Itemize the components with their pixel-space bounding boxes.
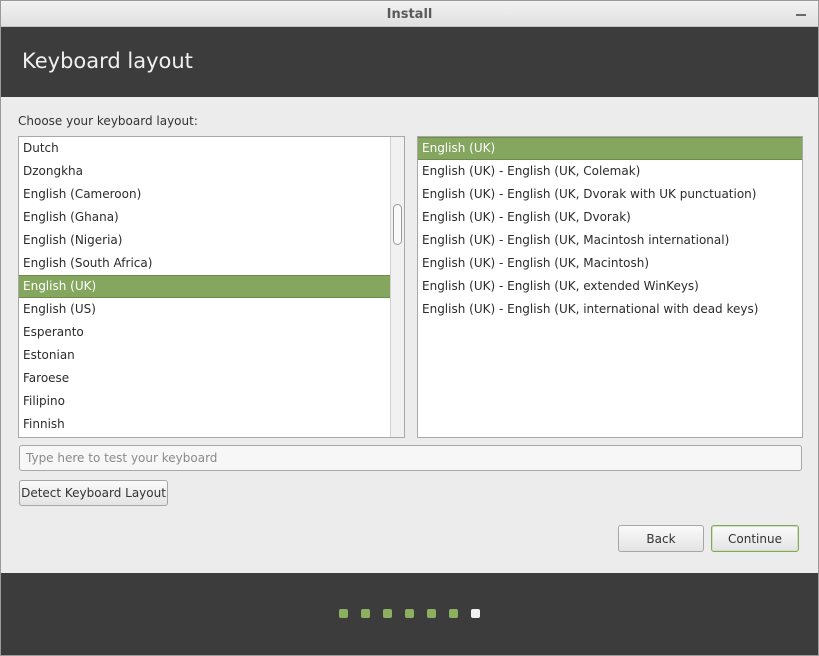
- layout-list-item[interactable]: Filipino: [19, 390, 404, 413]
- window-title: Install: [386, 7, 433, 22]
- installer-window: Install Keyboard layout Choose your keyb…: [0, 0, 819, 656]
- variant-list-item[interactable]: English (UK) - English (UK, Dvorak): [418, 206, 802, 229]
- progress-step-dot: [339, 609, 348, 618]
- layout-list-item[interactable]: Dutch: [19, 137, 404, 160]
- layout-list-item[interactable]: English (Ghana): [19, 206, 404, 229]
- title-bar: Install: [1, 1, 818, 27]
- layout-list-item[interactable]: Esperanto: [19, 321, 404, 344]
- layout-list-scrollbar[interactable]: [390, 137, 404, 437]
- progress-footer: [1, 573, 818, 655]
- variant-list-item[interactable]: English (UK) - English (UK, Colemak): [418, 160, 802, 183]
- variant-list-item[interactable]: English (UK) - English (UK, internationa…: [418, 298, 802, 321]
- layout-list-item[interactable]: English (Nigeria): [19, 229, 404, 252]
- progress-step-dot: [383, 609, 392, 618]
- variant-list-item[interactable]: English (UK) - English (UK, Macintosh): [418, 252, 802, 275]
- page-title: Keyboard layout: [22, 49, 193, 73]
- progress-step-dot: [471, 609, 480, 618]
- variant-list-item[interactable]: English (UK): [418, 137, 802, 160]
- layout-list-item[interactable]: English (UK): [19, 275, 404, 298]
- scrollbar-thumb[interactable]: [393, 204, 402, 245]
- back-button[interactable]: Back: [618, 525, 704, 552]
- variant-list-item[interactable]: English (UK) - English (UK, Macintosh in…: [418, 229, 802, 252]
- page-header: Keyboard layout: [1, 27, 818, 97]
- layout-list-item[interactable]: Faroese: [19, 367, 404, 390]
- continue-button[interactable]: Continue: [711, 525, 799, 552]
- layout-rows: Dutch Dzongkha English (Cameroon) English (…: [19, 137, 404, 436]
- progress-step-dot: [405, 609, 414, 618]
- main-content: Choose your keyboard layout: Dutch Dzongk…: [1, 97, 818, 573]
- variant-list-item[interactable]: English (UK) - English (UK, Dvorak with …: [418, 183, 802, 206]
- layout-list-item[interactable]: Estonian: [19, 344, 404, 367]
- variant-list[interactable]: English (UK) English (UK) - English (UK, …: [417, 136, 803, 438]
- layout-list-item[interactable]: Finnish: [19, 413, 404, 436]
- layout-prompt: Choose your keyboard layout:: [18, 114, 198, 128]
- detect-layout-button[interactable]: Detect Keyboard Layout: [19, 480, 168, 506]
- layout-list-item[interactable]: Dzongkha: [19, 160, 404, 183]
- variant-list-item[interactable]: English (UK) - English (UK, extended Win…: [418, 275, 802, 298]
- keyboard-test-input[interactable]: [19, 445, 802, 471]
- minimize-icon[interactable]: [796, 8, 806, 18]
- progress-step-dot: [427, 609, 436, 618]
- layout-list[interactable]: Dutch Dzongkha English (Cameroon) English (…: [18, 136, 405, 438]
- layout-list-item[interactable]: English (South Africa): [19, 252, 404, 275]
- variant-rows: English (UK) English (UK) - English (UK, …: [418, 137, 802, 321]
- progress-step-dot: [449, 609, 458, 618]
- layout-list-item[interactable]: English (Cameroon): [19, 183, 404, 206]
- layout-list-item[interactable]: English (US): [19, 298, 404, 321]
- progress-step-dot: [361, 609, 370, 618]
